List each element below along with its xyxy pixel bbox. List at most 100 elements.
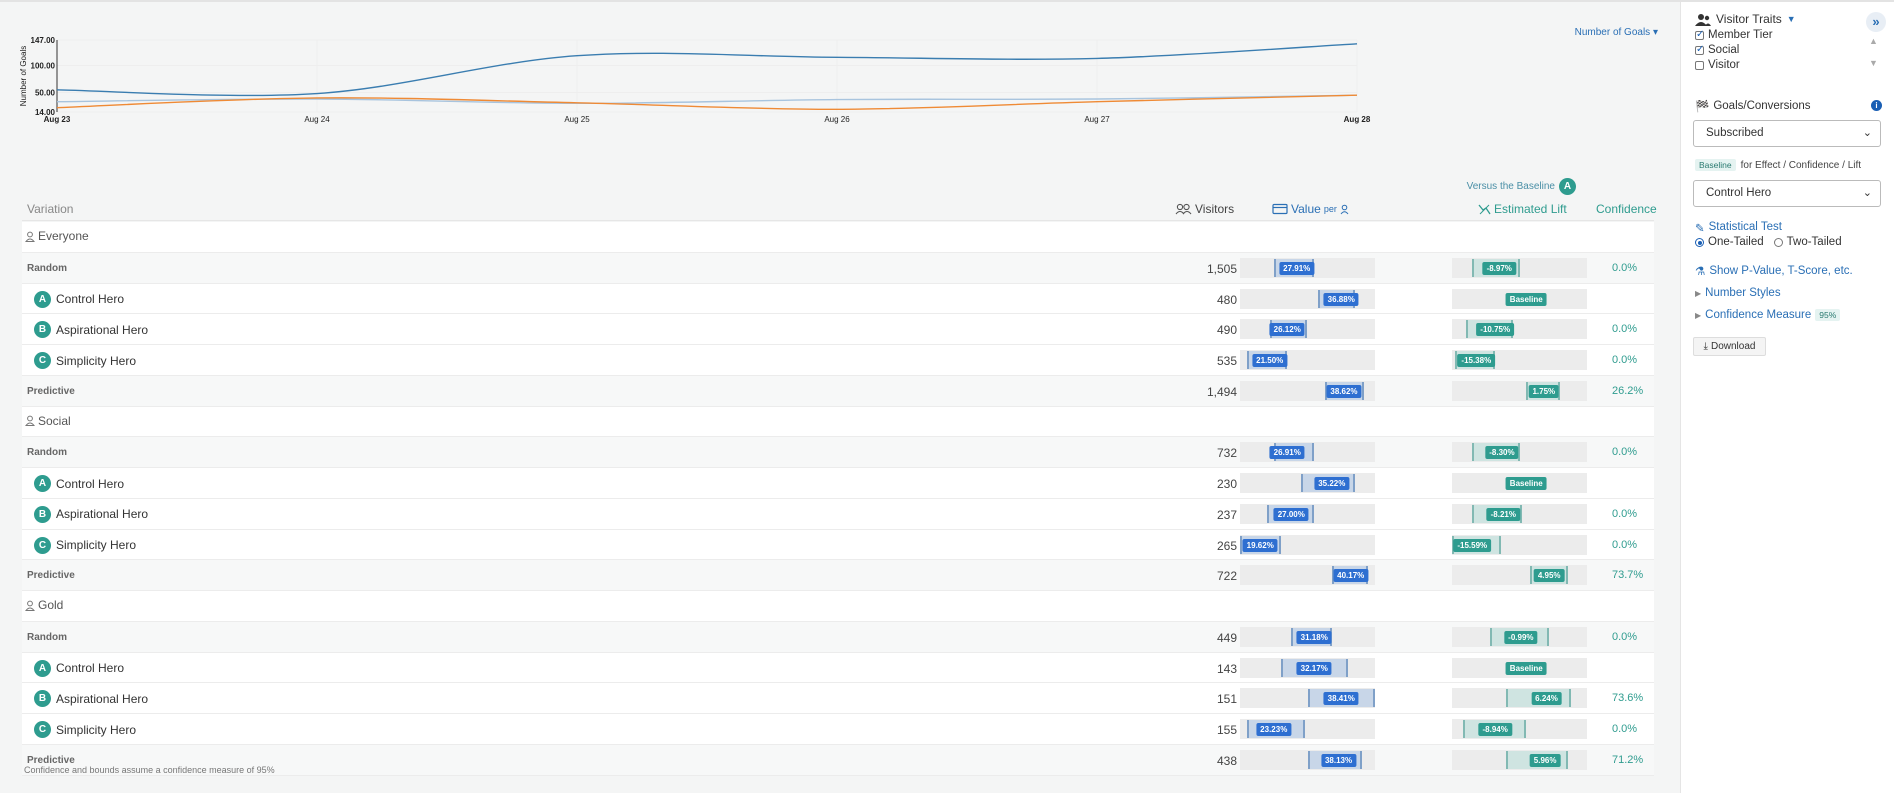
- variant-badge: A: [34, 475, 51, 492]
- x-tick-label: Aug 25: [564, 115, 590, 124]
- metric-dropdown[interactable]: Number of Goals ▾: [1575, 27, 1658, 38]
- card-icon: [1272, 203, 1288, 215]
- person-icon: [25, 231, 35, 242]
- main-panel: 14.00 50.00 100.00 147.00 Aug 23 Aug 24 Aug 25…: [0, 2, 1680, 793]
- value-bar-track: 40.17%: [1240, 565, 1375, 586]
- statistical-test-label: Statistical Test: [1708, 221, 1782, 233]
- lift-bar-track: Baseline: [1452, 473, 1587, 493]
- show-pvalue-link[interactable]: ⚗ Show P-Value, T-Score, etc.: [1695, 264, 1853, 278]
- value-pill: 38.13%: [1320, 753, 1357, 767]
- variant-name: Control Hero: [56, 292, 125, 306]
- variant-badge: A: [34, 290, 51, 308]
- traits-list: Member Tier Social Visitor: [1695, 29, 1796, 71]
- one-tailed-label: One-Tailed: [1708, 236, 1764, 248]
- expand-sidebar-icon[interactable]: »: [1866, 12, 1886, 32]
- trait-checkbox[interactable]: Social: [1695, 44, 1796, 56]
- value-bar-track: 38.13%: [1240, 749, 1375, 770]
- value-pill: 27.91%: [1279, 261, 1315, 275]
- trait-label: Social: [1708, 44, 1740, 56]
- lift-bar-track: 4.95%: [1452, 565, 1587, 586]
- two-tailed-radio[interactable]: Two-Tailed: [1773, 236, 1842, 248]
- value-pill: 32.17%: [1296, 661, 1332, 675]
- goal-select-value: Subscribed: [1706, 127, 1764, 139]
- value-bar-track: 38.62%: [1240, 380, 1375, 401]
- checkbox[interactable]: [1695, 60, 1704, 70]
- trait-checkbox[interactable]: Visitor: [1695, 59, 1796, 71]
- visitor-count: 1,505: [1206, 261, 1237, 276]
- goals-line-chart: 14.00 50.00 100.00 147.00 Aug 23 Aug 24 Aug 25…: [20, 20, 1660, 160]
- value-pill: 38.41%: [1323, 692, 1359, 706]
- confidence-value: 26.2%: [1612, 384, 1644, 397]
- header-confidence[interactable]: Confidence: [1596, 202, 1657, 216]
- visitor-traits-title[interactable]: Visitor Traits ▼: [1695, 12, 1796, 26]
- lift-pill: -15.59%: [1453, 538, 1492, 552]
- trait-checkbox[interactable]: Member Tier: [1695, 29, 1796, 41]
- number-styles-toggle[interactable]: ▶ Number Styles: [1695, 287, 1781, 299]
- chevron-down-icon: ⌄: [1862, 187, 1872, 199]
- group-row[interactable]: Predictive 722 40.17% 4.95% 73.7%: [22, 560, 1654, 591]
- group-row[interactable]: Predictive 1,494 38.62% 1.75% 26.2%: [22, 375, 1654, 407]
- goal-select[interactable]: Subscribed ⌄: [1693, 120, 1881, 147]
- flask-icon: ⚗: [1695, 266, 1706, 278]
- variant-badge: B: [34, 505, 51, 523]
- header-visitors[interactable]: Visitors: [1175, 202, 1234, 216]
- lift-pill: Baseline: [1505, 661, 1547, 675]
- segment-row[interactable]: Gold: [22, 591, 1654, 622]
- variant-row[interactable]: B Aspirational Hero 151 38.41% 6.24% 73.6%: [22, 683, 1654, 714]
- table-header: Variation Visitors Value per Estimated L…: [22, 198, 1657, 221]
- scroll-down-icon[interactable]: ▼: [1869, 58, 1878, 68]
- confidence-value: 0.0%: [1612, 323, 1638, 336]
- group-row[interactable]: Random 1,505 27.91% -8.97% 0.0%: [22, 252, 1654, 284]
- checkbox[interactable]: [1695, 44, 1704, 55]
- variant-row[interactable]: C Simplicity Hero 535 21.50% -15.38% 0.0%: [22, 345, 1654, 376]
- variant-label: C Simplicity Hero: [34, 352, 136, 369]
- group-row[interactable]: Random 732 26.91% -8.30% 0.0%: [22, 437, 1654, 468]
- header-value-label: Value: [1291, 202, 1321, 216]
- variant-row[interactable]: A Control Hero 230 35.22% Baseline: [22, 468, 1654, 499]
- value-bar-track: 35.22%: [1240, 473, 1375, 493]
- versus-baseline-label: Versus the Baseline: [1466, 181, 1555, 192]
- group-label: Random: [27, 447, 67, 459]
- statistical-test-title[interactable]: ✎ Statistical Test: [1695, 221, 1782, 235]
- value-bar-track: 31.18%: [1240, 626, 1375, 647]
- variant-label: C Simplicity Hero: [34, 536, 136, 554]
- lift-bar-track: -10.75%: [1452, 319, 1587, 340]
- confidence-value: 0.0%: [1612, 538, 1638, 551]
- variant-name: Aspirational Hero: [56, 691, 149, 706]
- variant-row[interactable]: B Aspirational Hero 490 26.12% -10.75% 0.0%: [22, 314, 1654, 345]
- person-icon: [25, 415, 35, 426]
- one-tailed-radio[interactable]: One-Tailed: [1695, 236, 1764, 248]
- group-row[interactable]: Random 449 31.18% -0.99% 0.0%: [22, 621, 1654, 653]
- segment-row[interactable]: Everyone: [22, 222, 1654, 253]
- variant-name: Control Hero: [56, 661, 125, 675]
- table-rows: Everyone Random 1,505 27.91% -8.97% 0.0% A Cont…: [22, 222, 1654, 776]
- lift-pill: -0.99%: [1504, 630, 1538, 644]
- visitor-count: 438: [1216, 753, 1237, 768]
- variant-row[interactable]: C Simplicity Hero 155 23.23% -8.94% 0.0%: [22, 714, 1654, 745]
- baseline-select[interactable]: Control Hero ⌄: [1693, 180, 1881, 207]
- caret-down-icon: ▼: [1786, 14, 1796, 24]
- baseline-caption: Baseline for Effect / Confidence / Lift: [1695, 159, 1861, 171]
- confidence-measure-toggle[interactable]: ▶ Confidence Measure 95%: [1695, 309, 1841, 321]
- visitor-traits: Visitor Traits ▼ Member Tier Social Visito…: [1695, 12, 1796, 71]
- value-pill: 35.22%: [1314, 477, 1350, 490]
- variant-badge: B: [34, 690, 51, 708]
- tail-radio-group: One-Tailed Two-Tailed: [1695, 236, 1842, 248]
- checkbox[interactable]: [1695, 29, 1704, 40]
- download-button[interactable]: ⤓ Download: [1693, 337, 1766, 356]
- x-tick-label: Aug 28: [1344, 115, 1371, 124]
- variant-row[interactable]: C Simplicity Hero 265 19.62% -15.59% 0.0%: [22, 529, 1654, 561]
- scroll-up-icon[interactable]: ▲: [1869, 36, 1878, 46]
- lift-bar-track: -8.94%: [1452, 719, 1587, 739]
- header-lift-label: Estimated Lift: [1494, 202, 1567, 216]
- segment-row[interactable]: Social: [22, 406, 1654, 438]
- variant-row[interactable]: A Control Hero 143 32.17% Baseline: [22, 652, 1654, 684]
- variant-row[interactable]: A Control Hero 480 36.88% Baseline: [22, 283, 1654, 315]
- header-lift[interactable]: Estimated Lift: [1477, 202, 1567, 216]
- header-value[interactable]: Value per: [1272, 202, 1349, 216]
- two-tailed-label: Two-Tailed: [1786, 236, 1842, 248]
- visitor-count: 449: [1216, 630, 1237, 645]
- info-icon[interactable]: i: [1871, 100, 1882, 111]
- variant-row[interactable]: B Aspirational Hero 237 27.00% -8.21% 0.0%: [22, 498, 1654, 530]
- variant-label: A Control Hero: [34, 659, 125, 677]
